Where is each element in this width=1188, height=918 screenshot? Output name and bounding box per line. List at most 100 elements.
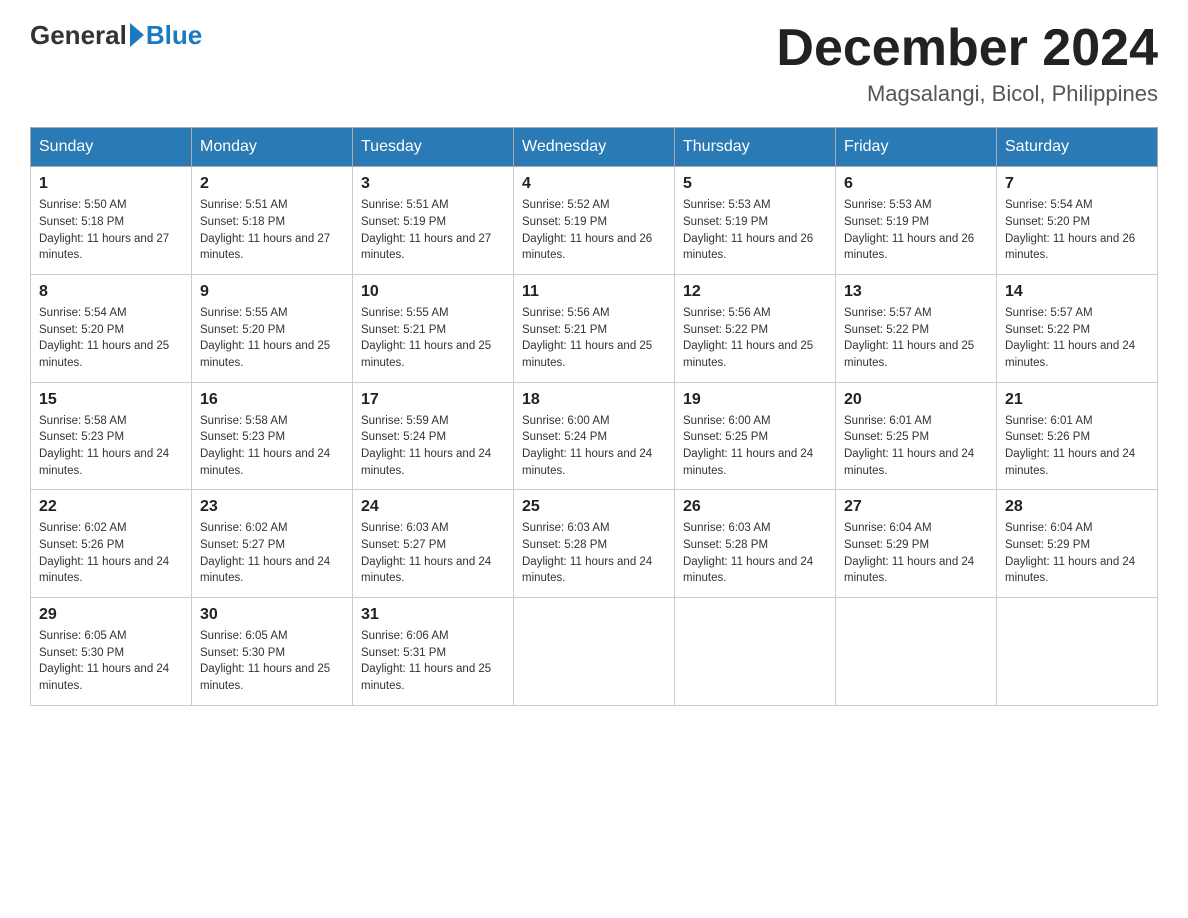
column-header-thursday: Thursday (675, 128, 836, 167)
day-info: Sunrise: 5:53 AMSunset: 5:19 PMDaylight:… (844, 197, 988, 264)
calendar-cell: 2 Sunrise: 5:51 AMSunset: 5:18 PMDaylight… (192, 167, 353, 275)
day-number: 5 (683, 175, 827, 193)
day-info: Sunrise: 5:56 AMSunset: 5:22 PMDaylight:… (683, 305, 827, 372)
calendar-cell: 31 Sunrise: 6:06 AMSunset: 5:31 PMDayligh… (353, 597, 514, 705)
column-header-wednesday: Wednesday (514, 128, 675, 167)
calendar-week-row: 22 Sunrise: 6:02 AMSunset: 5:26 PMDayligh… (31, 490, 1158, 598)
calendar-cell: 24Sunrise: 6:03 AMSunset: 5:27 PMDayligh… (353, 490, 514, 598)
day-info: Sunrise: 6:01 AMSunset: 5:26 PMDaylight:… (1005, 413, 1149, 480)
day-number: 1 (39, 175, 183, 193)
calendar-cell: 25 Sunrise: 6:03 AMSunset: 5:28 PMDayligh… (514, 490, 675, 598)
column-header-tuesday: Tuesday (353, 128, 514, 167)
day-number: 28 (1005, 498, 1149, 516)
day-number: 22 (39, 498, 183, 516)
calendar-cell: 13 Sunrise: 5:57 AMSunset: 5:22 PMDayligh… (836, 274, 997, 382)
day-info: Sunrise: 6:05 AMSunset: 5:30 PMDaylight:… (200, 628, 344, 695)
day-info: Sunrise: 5:55 AMSunset: 5:21 PMDaylight:… (361, 305, 505, 372)
day-number: 4 (522, 175, 666, 193)
calendar-cell: 20 Sunrise: 6:01 AMSunset: 5:25 PMDayligh… (836, 382, 997, 490)
day-number: 27 (844, 498, 988, 516)
calendar-header-row: SundayMondayTuesdayWednesdayThursdayFrid… (31, 128, 1158, 167)
day-info: Sunrise: 6:05 AMSunset: 5:30 PMDaylight:… (39, 628, 183, 695)
calendar-cell: 10 Sunrise: 5:55 AMSunset: 5:21 PMDayligh… (353, 274, 514, 382)
day-number: 13 (844, 283, 988, 301)
day-info: Sunrise: 6:02 AMSunset: 5:26 PMDaylight:… (39, 520, 183, 587)
calendar-cell: 26 Sunrise: 6:03 AMSunset: 5:28 PMDayligh… (675, 490, 836, 598)
month-title: December 2024 (776, 20, 1158, 77)
calendar-cell: 21 Sunrise: 6:01 AMSunset: 5:26 PMDayligh… (997, 382, 1158, 490)
day-number: 24 (361, 498, 505, 516)
day-number: 2 (200, 175, 344, 193)
day-info: Sunrise: 6:00 AMSunset: 5:25 PMDaylight:… (683, 413, 827, 480)
day-info: Sunrise: 5:50 AMSunset: 5:18 PMDaylight:… (39, 197, 183, 264)
calendar-table: SundayMondayTuesdayWednesdayThursdayFrid… (30, 127, 1158, 705)
column-header-sunday: Sunday (31, 128, 192, 167)
day-number: 31 (361, 606, 505, 624)
day-number: 17 (361, 391, 505, 409)
day-number: 11 (522, 283, 666, 301)
calendar-cell (675, 597, 836, 705)
day-info: Sunrise: 6:04 AMSunset: 5:29 PMDaylight:… (1005, 520, 1149, 587)
day-info: Sunrise: 5:57 AMSunset: 5:22 PMDaylight:… (844, 305, 988, 372)
calendar-cell: 17 Sunrise: 5:59 AMSunset: 5:24 PMDayligh… (353, 382, 514, 490)
calendar-cell: 5 Sunrise: 5:53 AMSunset: 5:19 PMDaylight… (675, 167, 836, 275)
day-info: Sunrise: 5:52 AMSunset: 5:19 PMDaylight:… (522, 197, 666, 264)
day-info: Sunrise: 5:59 AMSunset: 5:24 PMDaylight:… (361, 413, 505, 480)
day-number: 15 (39, 391, 183, 409)
calendar-cell: 30 Sunrise: 6:05 AMSunset: 5:30 PMDayligh… (192, 597, 353, 705)
calendar-cell: 15Sunrise: 5:58 AMSunset: 5:23 PMDayligh… (31, 382, 192, 490)
column-header-monday: Monday (192, 128, 353, 167)
day-info: Sunrise: 5:53 AMSunset: 5:19 PMDaylight:… (683, 197, 827, 264)
column-header-friday: Friday (836, 128, 997, 167)
location-subtitle: Magsalangi, Bicol, Philippines (776, 81, 1158, 107)
calendar-cell: 8 Sunrise: 5:54 AMSunset: 5:20 PMDaylight… (31, 274, 192, 382)
calendar-cell: 29 Sunrise: 6:05 AMSunset: 5:30 PMDayligh… (31, 597, 192, 705)
calendar-cell: 28 Sunrise: 6:04 AMSunset: 5:29 PMDayligh… (997, 490, 1158, 598)
calendar-cell: 3Sunrise: 5:51 AMSunset: 5:19 PMDaylight… (353, 167, 514, 275)
day-info: Sunrise: 6:00 AMSunset: 5:24 PMDaylight:… (522, 413, 666, 480)
calendar-cell: 12 Sunrise: 5:56 AMSunset: 5:22 PMDayligh… (675, 274, 836, 382)
logo-general-text: General (30, 20, 127, 51)
day-number: 25 (522, 498, 666, 516)
calendar-cell: 6 Sunrise: 5:53 AMSunset: 5:19 PMDaylight… (836, 167, 997, 275)
day-info: Sunrise: 5:55 AMSunset: 5:20 PMDaylight:… (200, 305, 344, 372)
day-number: 21 (1005, 391, 1149, 409)
day-number: 20 (844, 391, 988, 409)
day-number: 6 (844, 175, 988, 193)
day-info: Sunrise: 6:03 AMSunset: 5:28 PMDaylight:… (683, 520, 827, 587)
day-number: 30 (200, 606, 344, 624)
calendar-cell: 23 Sunrise: 6:02 AMSunset: 5:27 PMDayligh… (192, 490, 353, 598)
calendar-week-row: 1 Sunrise: 5:50 AMSunset: 5:18 PMDaylight… (31, 167, 1158, 275)
calendar-cell: 1 Sunrise: 5:50 AMSunset: 5:18 PMDaylight… (31, 167, 192, 275)
title-area: December 2024 Magsalangi, Bicol, Philipp… (776, 20, 1158, 107)
calendar-week-row: 8 Sunrise: 5:54 AMSunset: 5:20 PMDaylight… (31, 274, 1158, 382)
logo-arrow-icon (130, 23, 144, 47)
calendar-cell: 14 Sunrise: 5:57 AMSunset: 5:22 PMDayligh… (997, 274, 1158, 382)
day-number: 29 (39, 606, 183, 624)
calendar-cell: 11 Sunrise: 5:56 AMSunset: 5:21 PMDayligh… (514, 274, 675, 382)
day-number: 10 (361, 283, 505, 301)
day-info: Sunrise: 5:51 AMSunset: 5:18 PMDaylight:… (200, 197, 344, 264)
day-info: Sunrise: 6:01 AMSunset: 5:25 PMDaylight:… (844, 413, 988, 480)
day-number: 23 (200, 498, 344, 516)
day-number: 26 (683, 498, 827, 516)
day-number: 9 (200, 283, 344, 301)
day-info: Sunrise: 5:56 AMSunset: 5:21 PMDaylight:… (522, 305, 666, 372)
day-number: 14 (1005, 283, 1149, 301)
calendar-cell: 18Sunrise: 6:00 AMSunset: 5:24 PMDayligh… (514, 382, 675, 490)
day-number: 12 (683, 283, 827, 301)
calendar-cell: 22 Sunrise: 6:02 AMSunset: 5:26 PMDayligh… (31, 490, 192, 598)
calendar-week-row: 29 Sunrise: 6:05 AMSunset: 5:30 PMDayligh… (31, 597, 1158, 705)
day-info: Sunrise: 5:54 AMSunset: 5:20 PMDaylight:… (1005, 197, 1149, 264)
day-number: 8 (39, 283, 183, 301)
day-info: Sunrise: 6:03 AMSunset: 5:28 PMDaylight:… (522, 520, 666, 587)
calendar-cell (514, 597, 675, 705)
day-info: Sunrise: 5:54 AMSunset: 5:20 PMDaylight:… (39, 305, 183, 372)
logo-blue-text: Blue (146, 20, 202, 51)
day-info: Sunrise: 5:57 AMSunset: 5:22 PMDaylight:… (1005, 305, 1149, 372)
calendar-cell: 27Sunrise: 6:04 AMSunset: 5:29 PMDayligh… (836, 490, 997, 598)
calendar-cell: 7Sunrise: 5:54 AMSunset: 5:20 PMDaylight… (997, 167, 1158, 275)
day-info: Sunrise: 6:06 AMSunset: 5:31 PMDaylight:… (361, 628, 505, 695)
day-number: 19 (683, 391, 827, 409)
day-info: Sunrise: 6:02 AMSunset: 5:27 PMDaylight:… (200, 520, 344, 587)
